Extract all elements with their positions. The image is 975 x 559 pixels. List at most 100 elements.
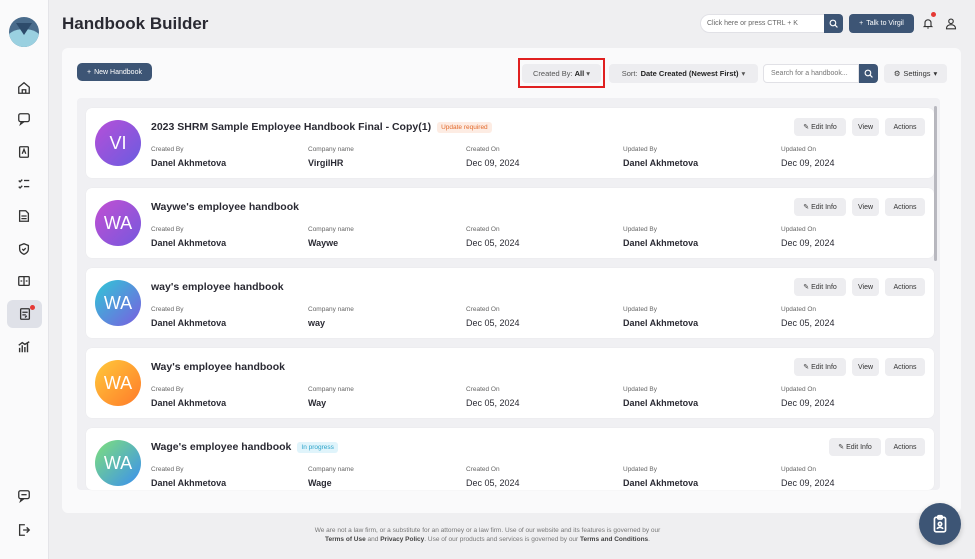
view-button[interactable]: View bbox=[852, 358, 879, 376]
field-label: Created By bbox=[151, 306, 184, 313]
field-updated-on: Updated On Dec 09, 2024 bbox=[781, 226, 835, 248]
view-button[interactable]: View bbox=[852, 118, 879, 136]
edit-icon: ✎ bbox=[803, 284, 810, 291]
notification-dot bbox=[931, 12, 936, 17]
field-value: Danel Akhmetova bbox=[623, 398, 699, 408]
handbook-title[interactable]: Waywe's employee handbook bbox=[151, 201, 299, 213]
edit-info-button[interactable]: ✎ Edit Info bbox=[794, 278, 846, 296]
field-label: Updated By bbox=[623, 386, 657, 393]
field-label: Updated On bbox=[781, 226, 817, 233]
handbook-title-text: way's employee handbook bbox=[151, 281, 284, 293]
handbook-card[interactable]: WA Way's employee handbook Created By Danel… bbox=[86, 348, 934, 418]
avatar: VI bbox=[95, 120, 141, 166]
field-label: Company name bbox=[308, 226, 354, 233]
privacy-policy-link[interactable]: Privacy Policy bbox=[380, 536, 424, 543]
field-label: Created By bbox=[151, 386, 184, 393]
handbook-title[interactable]: Way's employee handbook bbox=[151, 361, 285, 373]
button-label: Actions bbox=[893, 203, 917, 211]
view-button[interactable]: View bbox=[852, 198, 879, 216]
talk-to-virgil-button[interactable]: + Talk to Virgil bbox=[849, 14, 914, 33]
document-icon[interactable] bbox=[14, 206, 34, 226]
field-updated-on: Updated On Dec 09, 2024 bbox=[781, 146, 835, 168]
field-label: Company name bbox=[308, 146, 354, 153]
field-value: Dec 05, 2024 bbox=[466, 398, 520, 408]
notifications-button[interactable] bbox=[922, 12, 936, 30]
help-fab-button[interactable] bbox=[919, 503, 961, 545]
field-value: Dec 09, 2024 bbox=[781, 478, 835, 488]
caret-down-icon: ▾ bbox=[741, 69, 746, 78]
handbook-card[interactable]: WA way's employee handbook Created By Danel… bbox=[86, 268, 934, 338]
handbook-title-text: Wage's employee handbook bbox=[151, 441, 292, 453]
actions-button[interactable]: Actions bbox=[885, 358, 925, 376]
sort-dropdown[interactable]: Sort: Date Created (Newest First) ▾ bbox=[609, 64, 758, 83]
handbook-title[interactable]: 2023 SHRM Sample Employee Handbook Final… bbox=[151, 121, 492, 133]
notification-dot bbox=[30, 305, 35, 310]
global-search-input[interactable]: Click here or press CTRL + K bbox=[700, 14, 825, 33]
handbook-title-text: Waywe's employee handbook bbox=[151, 201, 299, 213]
edit-info-button[interactable]: ✎ Edit Info bbox=[794, 198, 846, 216]
button-label: View bbox=[857, 283, 874, 291]
edit-info-button[interactable]: ✎ Edit Info bbox=[794, 118, 846, 136]
settings-dropdown[interactable]: ⚙ Settings ▾ bbox=[884, 64, 947, 83]
handbook-search-button[interactable] bbox=[859, 64, 878, 83]
actions-button[interactable]: Actions bbox=[885, 198, 925, 216]
field-company: Company name way bbox=[308, 306, 354, 328]
support-chat-icon[interactable] bbox=[14, 486, 34, 506]
field-value: Dec 09, 2024 bbox=[781, 398, 835, 408]
chat-icon[interactable] bbox=[14, 109, 34, 129]
home-icon[interactable] bbox=[14, 78, 34, 98]
checklist-icon[interactable] bbox=[14, 174, 34, 194]
field-updated-on: Updated On Dec 05, 2024 bbox=[781, 306, 835, 328]
field-created-by: Created By Danel Akhmetova bbox=[151, 386, 226, 408]
handbook-search-input[interactable]: Search for a handbook... bbox=[763, 64, 859, 83]
plus-icon: + bbox=[87, 68, 92, 76]
button-label: Edit Info bbox=[811, 203, 837, 211]
global-search-button[interactable] bbox=[824, 14, 843, 33]
field-created-by: Created By Danel Akhmetova bbox=[151, 466, 226, 488]
edit-info-button[interactable]: ✎ Edit Info bbox=[794, 358, 846, 376]
edit-icon: ✎ bbox=[803, 204, 810, 211]
button-label: Actions bbox=[893, 283, 917, 291]
field-label: Updated By bbox=[623, 306, 657, 313]
avatar: WA bbox=[95, 200, 141, 246]
search-icon bbox=[829, 19, 838, 28]
actions-button[interactable]: Actions bbox=[885, 118, 925, 136]
field-value: Dec 09, 2024 bbox=[781, 238, 835, 248]
shield-icon[interactable] bbox=[14, 239, 34, 259]
edit-icon: ✎ bbox=[803, 364, 810, 371]
field-company: Company name Wage bbox=[308, 466, 354, 488]
handbook-icon[interactable] bbox=[7, 300, 42, 328]
handbook-card[interactable]: VI 2023 SHRM Sample Employee Handbook Fin… bbox=[86, 108, 934, 178]
field-value: VirgilHR bbox=[308, 158, 344, 168]
field-label: Updated On bbox=[781, 386, 817, 393]
compliance-icon[interactable] bbox=[14, 142, 34, 162]
actions-button[interactable]: Actions bbox=[885, 278, 925, 296]
scrollbar[interactable] bbox=[934, 106, 937, 261]
terms-of-use-link[interactable]: Terms of Use bbox=[325, 536, 366, 543]
avatar: WA bbox=[95, 360, 141, 406]
handbook-card[interactable]: WA Waywe's employee handbook Created By Dan… bbox=[86, 188, 934, 258]
logo[interactable] bbox=[9, 17, 39, 47]
compare-icon[interactable] bbox=[14, 271, 34, 291]
edit-info-button[interactable]: ✎ Edit Info bbox=[829, 438, 881, 456]
terms-and-conditions-link[interactable]: Terms and Conditions bbox=[580, 536, 648, 543]
actions-button[interactable]: Actions bbox=[885, 438, 925, 456]
user-icon bbox=[945, 18, 957, 30]
handbook-title[interactable]: Wage's employee handbook In progress bbox=[151, 441, 338, 453]
new-handbook-button[interactable]: + New Handbook bbox=[77, 63, 152, 81]
clipboard-icon bbox=[933, 514, 947, 533]
analytics-icon[interactable] bbox=[14, 337, 34, 357]
field-created-by: Created By Danel Akhmetova bbox=[151, 306, 226, 328]
field-value: Danel Akhmetova bbox=[151, 158, 227, 168]
button-label: Edit Info bbox=[811, 283, 837, 291]
field-label: Created On bbox=[466, 226, 500, 233]
field-value: Dec 05, 2024 bbox=[466, 478, 520, 488]
user-menu-button[interactable] bbox=[945, 17, 957, 30]
field-label: Created On bbox=[466, 466, 500, 473]
handbook-card[interactable]: WA Wage's employee handbook In progress Cre… bbox=[86, 428, 934, 490]
gear-icon: ⚙ bbox=[893, 69, 901, 78]
created-by-filter[interactable]: Created By: All ▾ bbox=[522, 64, 601, 83]
field-value: Danel Akhmetova bbox=[151, 478, 227, 488]
handbook-title[interactable]: way's employee handbook bbox=[151, 281, 284, 293]
view-button[interactable]: View bbox=[852, 278, 879, 296]
